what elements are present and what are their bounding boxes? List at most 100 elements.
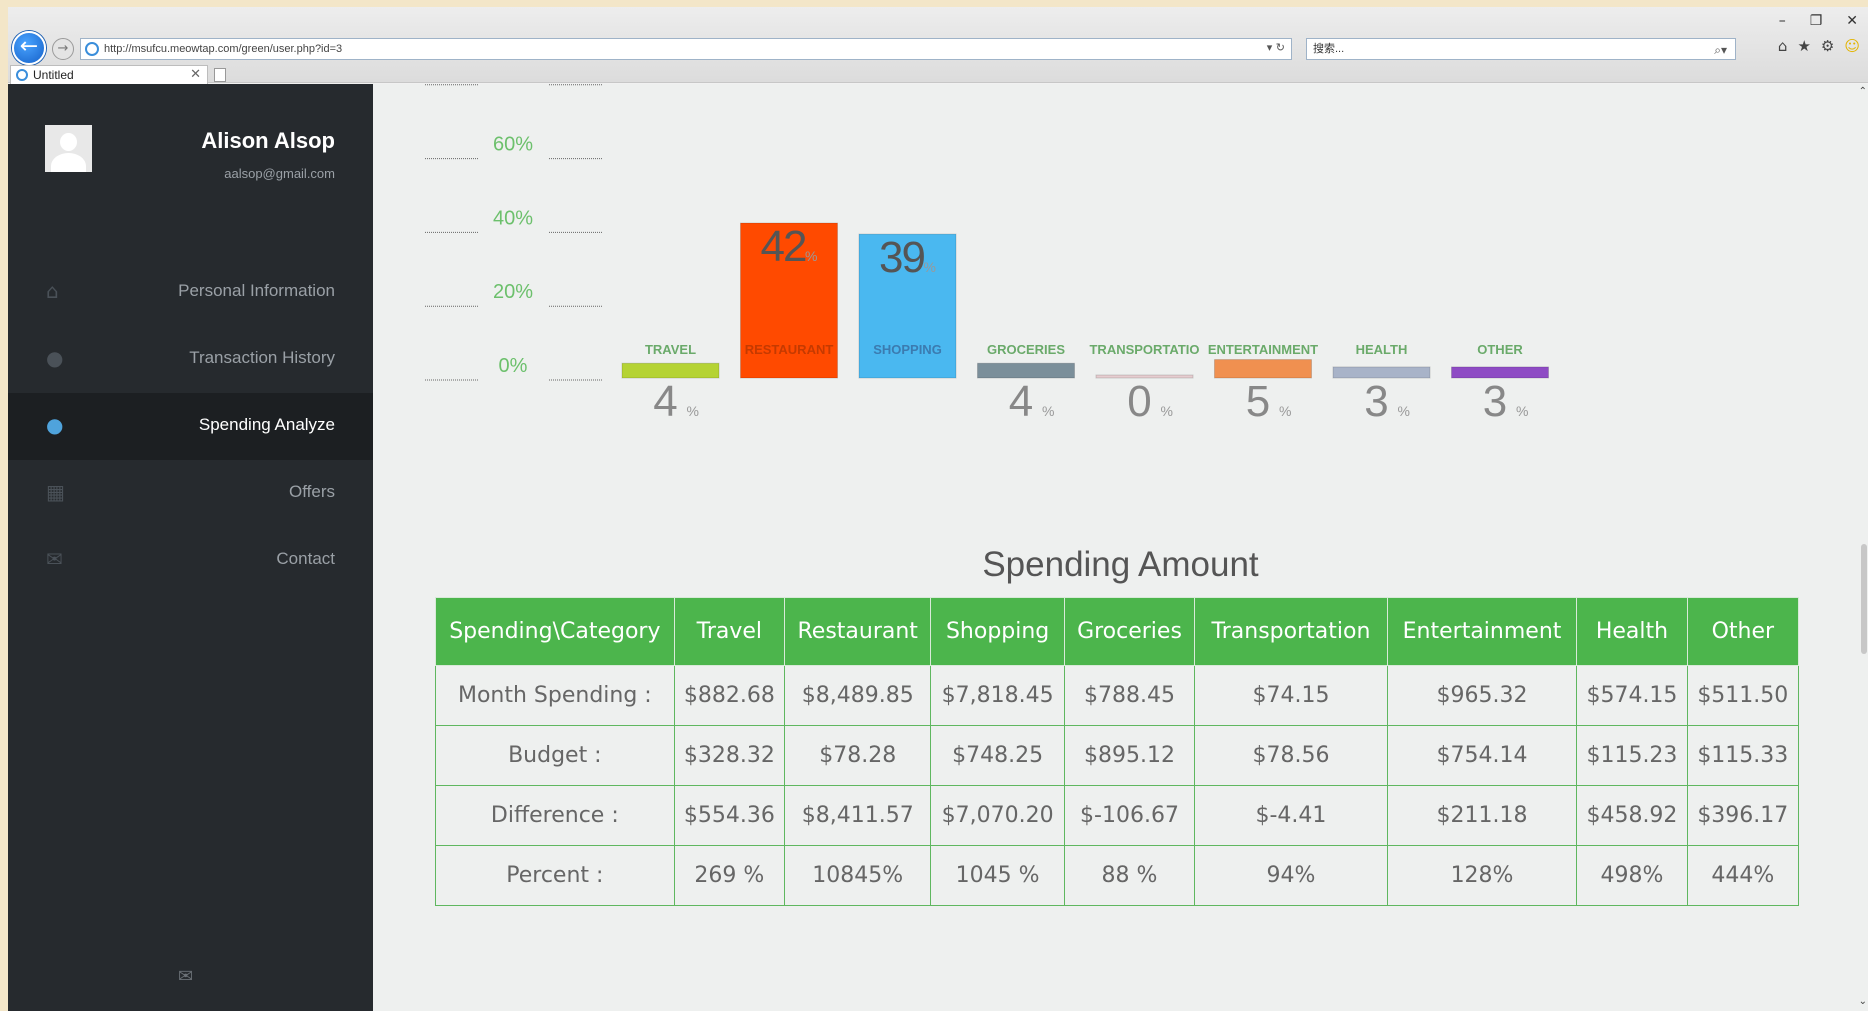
scroll-thumb[interactable] — [1861, 544, 1867, 654]
star-icon[interactable]: ★ — [1797, 37, 1810, 55]
y-tick-label: 20% — [493, 281, 533, 303]
table-cell: 269 % — [673, 845, 786, 906]
value-label: 3 — [1483, 377, 1506, 426]
scrollbar[interactable]: ⌃ ⌄ — [1858, 84, 1868, 1011]
table-cell: 94% — [1194, 845, 1388, 906]
column-header: Restaurant — [783, 597, 932, 666]
table-cell: 498% — [1576, 845, 1688, 906]
new-tab-button[interactable] — [214, 68, 226, 82]
home-icon: ⌂ — [46, 279, 59, 303]
row-label: Month Spending : — [435, 665, 675, 726]
minimize-icon[interactable]: – — [1779, 13, 1786, 29]
table-cell: $554.36 — [673, 785, 786, 846]
row-label: Percent : — [435, 845, 675, 906]
y-tick-label: 0% — [499, 355, 528, 377]
tab-close-icon[interactable]: ✕ — [190, 66, 201, 84]
sidebar-item-label: Offers — [289, 482, 335, 501]
category-label: TRANSPORTATIO — [1089, 342, 1199, 357]
restore-icon[interactable]: ❐ — [1810, 13, 1823, 29]
value-label: 5 — [1246, 377, 1269, 426]
category-label: SHOPPING — [873, 342, 942, 357]
main-content: 0%20%40%60%80%TRAVEL4%RESTAURANT42%SHOPP… — [373, 84, 1868, 1011]
table-row: Percent :269 % 10845% 1045 % 88 % 94% 128% 498… — [435, 845, 1800, 906]
table-cell: $7,070.20 — [930, 785, 1065, 846]
sidebar: Alison Alsop aalsop@gmail.com ⌂ Personal … — [8, 84, 373, 1011]
search-box[interactable]: 搜索... ⌕▾ — [1306, 38, 1736, 60]
smiley-icon[interactable]: ☺ — [1844, 37, 1860, 55]
table-cell: $211.18 — [1386, 785, 1578, 846]
value-label: 4 — [653, 377, 677, 426]
value-unit: % — [1398, 403, 1410, 419]
table-cell: $895.12 — [1063, 725, 1196, 786]
address-url[interactable]: http://msufcu.meowtap.com/green/user.php… — [104, 43, 342, 55]
scroll-up-icon[interactable]: ⌃ — [1859, 86, 1867, 97]
category-label: GROCERIES — [987, 342, 1065, 357]
envelope-icon[interactable]: ✉ — [178, 966, 193, 987]
table-cell: $754.14 — [1386, 725, 1578, 786]
table-cell: $328.32 — [673, 725, 786, 786]
table-cell: $74.15 — [1194, 665, 1388, 726]
refresh-icon[interactable]: ↻ — [1276, 41, 1285, 54]
value-unit: % — [1161, 403, 1173, 419]
value-unit: % — [1516, 403, 1528, 419]
back-button[interactable]: ← — [12, 31, 46, 65]
row-label: Budget : — [435, 725, 675, 786]
y-tick-label: 60% — [493, 134, 533, 156]
y-tick-label: 40% — [493, 207, 533, 229]
table-cell: $8,411.57 — [783, 785, 932, 846]
avatar-head — [60, 133, 77, 151]
value-unit: % — [687, 403, 699, 419]
category-label: TRAVEL — [645, 342, 696, 357]
table-cell: 1045 % — [930, 845, 1065, 906]
ie-icon — [85, 42, 99, 56]
chart-bar — [977, 362, 1075, 379]
chart-bar — [621, 362, 720, 379]
browser-window: – ❐ ✕ ← → http://msufcu.meowtap.com/gree… — [8, 7, 1868, 1011]
scroll-down-icon[interactable]: ⌄ — [1859, 996, 1867, 1007]
table-cell: 88 % — [1063, 845, 1196, 906]
close-icon[interactable]: ✕ — [1846, 13, 1858, 29]
home-icon[interactable]: ⌂ — [1778, 37, 1788, 55]
table-row: Month Spending : $882.68 $8,489.85 $7,818.4… — [435, 665, 1800, 726]
search-icon[interactable]: ⌕▾ — [1714, 40, 1727, 60]
value-label: 3 — [1364, 377, 1387, 426]
sidebar-item-contact[interactable]: ✉ Contact — [8, 527, 373, 594]
table-cell: $882.68 — [673, 665, 786, 726]
sidebar-item-label: Personal Information — [178, 281, 335, 300]
value-label: 4 — [1009, 377, 1033, 426]
user-name: Alison Alsop — [201, 128, 335, 153]
avatar — [45, 125, 92, 172]
dropdown-icon[interactable]: ▾ — [1267, 41, 1273, 54]
sidebar-item-label: Contact — [276, 549, 335, 568]
sidebar-item-personal-information[interactable]: ⌂ Personal Information — [8, 259, 373, 326]
table-row: Difference : $554.36 $8,411.57 $7,070.20 $-1… — [435, 785, 1800, 846]
grid-icon: ▦ — [46, 480, 65, 504]
forward-button[interactable]: → — [52, 38, 74, 60]
table-cell: 444% — [1686, 845, 1800, 906]
browser-toolbar: – ❐ ✕ ← → http://msufcu.meowtap.com/gree… — [8, 7, 1868, 85]
search-input[interactable]: 搜索... — [1313, 43, 1344, 55]
column-header: Groceries — [1063, 597, 1196, 666]
category-label: RESTAURANT — [745, 342, 834, 357]
gear-icon[interactable]: ⚙ — [1821, 37, 1834, 55]
browser-tab[interactable]: Untitled ✕ — [10, 65, 208, 85]
table-cell: $458.92 — [1576, 785, 1688, 846]
avatar-body — [51, 153, 86, 172]
row-label: Difference : — [435, 785, 675, 846]
value-label: 39 — [879, 233, 924, 282]
table-header-row: Spending\Category Travel Restaurant Shoppin… — [435, 597, 1800, 666]
page-viewport: Alison Alsop aalsop@gmail.com ⌂ Personal … — [8, 84, 1868, 1011]
address-bar[interactable]: http://msufcu.meowtap.com/green/user.php… — [80, 38, 1292, 60]
column-header: Other — [1686, 597, 1800, 666]
column-header: Shopping — [930, 597, 1065, 666]
sidebar-item-transaction-history[interactable]: ● Transaction History — [8, 326, 373, 393]
sidebar-item-offers[interactable]: ▦ Offers — [8, 460, 373, 527]
table-cell: $78.56 — [1194, 725, 1388, 786]
column-header: Transportation — [1194, 597, 1388, 666]
table-cell: $748.25 — [930, 725, 1065, 786]
sidebar-nav: ⌂ Personal Information ● Transaction Histor… — [8, 259, 373, 594]
user-icon: ● — [46, 413, 64, 437]
table-cell: 10845% — [783, 845, 932, 906]
chart-bar — [1214, 359, 1312, 379]
sidebar-item-spending-analyze[interactable]: ● Spending Analyze — [8, 393, 373, 460]
